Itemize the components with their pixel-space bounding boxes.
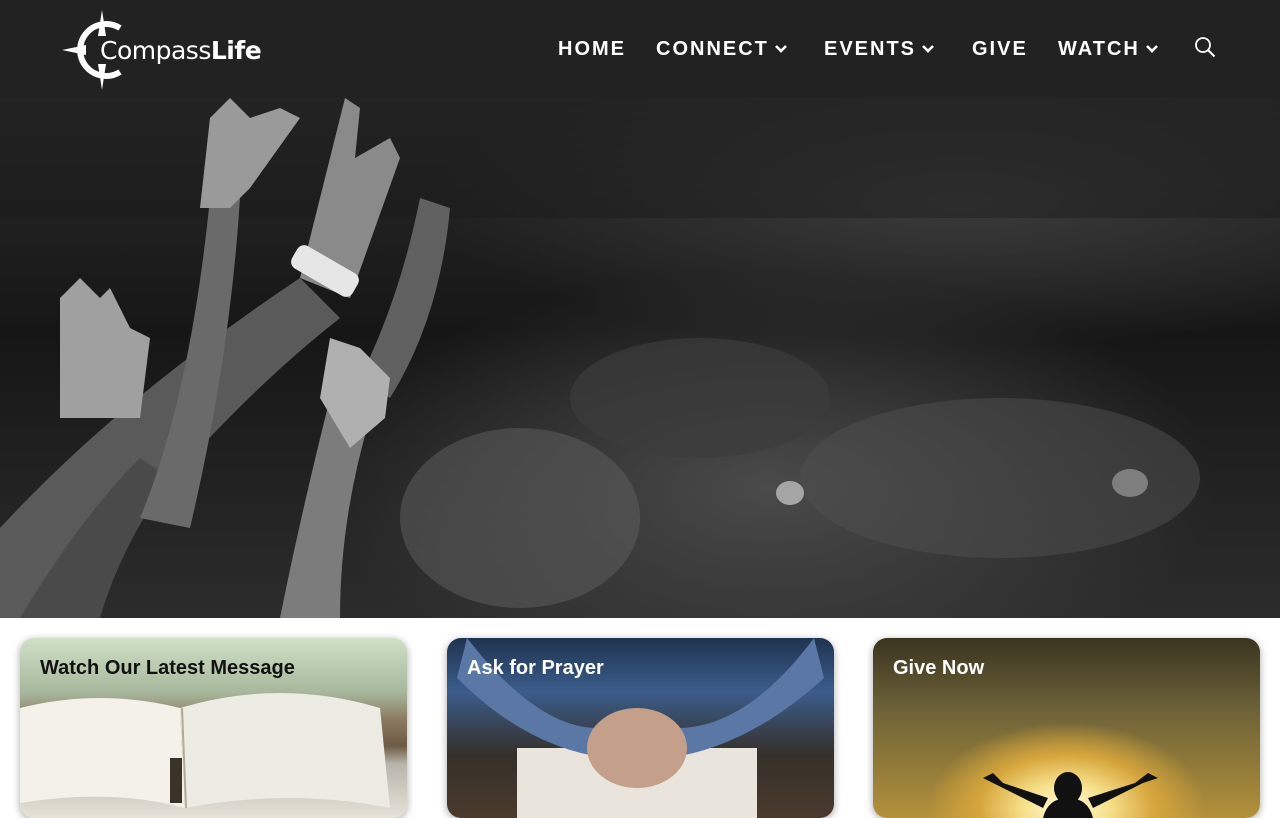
nav-connect-label: CONNECT — [656, 37, 769, 60]
card-give-now[interactable]: Give Now — [873, 638, 1260, 818]
nav-events-label: EVENTS — [824, 37, 917, 60]
raised-hands-illustration — [0, 98, 1280, 618]
chevron-down-icon — [1145, 45, 1158, 53]
nav-connect[interactable]: CONNECT — [656, 38, 787, 61]
nav-home-label: HOME — [558, 37, 626, 60]
card-title: Watch Our Latest Message — [40, 657, 295, 679]
chevron-down-icon — [774, 45, 787, 53]
brand-name: CompassLife — [100, 35, 262, 65]
hero-image — [0, 98, 1280, 618]
nav-give-label: GIVE — [972, 37, 1028, 60]
nav-watch[interactable]: WATCH — [1058, 38, 1158, 61]
card-title: Give Now — [893, 657, 985, 679]
card-watch-message[interactable]: Watch Our Latest Message — [20, 638, 407, 818]
nav-home[interactable]: HOME — [558, 38, 626, 61]
site-header: CompassLife HOME CONNECT EVENTS GIVE WAT… — [0, 0, 1280, 98]
card-ask-prayer[interactable]: Ask for Prayer — [447, 638, 834, 818]
nav-watch-label: WATCH — [1058, 37, 1140, 60]
search-icon[interactable] — [1194, 36, 1216, 58]
nav-give[interactable]: GIVE — [972, 38, 1028, 61]
nav-events[interactable]: EVENTS — [824, 38, 934, 61]
card-title: Ask for Prayer — [467, 657, 604, 679]
chevron-down-icon — [922, 45, 934, 53]
brand-name-bold: Life — [210, 35, 262, 65]
brand-name-light: Compass — [100, 35, 211, 65]
site-logo[interactable]: CompassLife — [62, 10, 262, 90]
